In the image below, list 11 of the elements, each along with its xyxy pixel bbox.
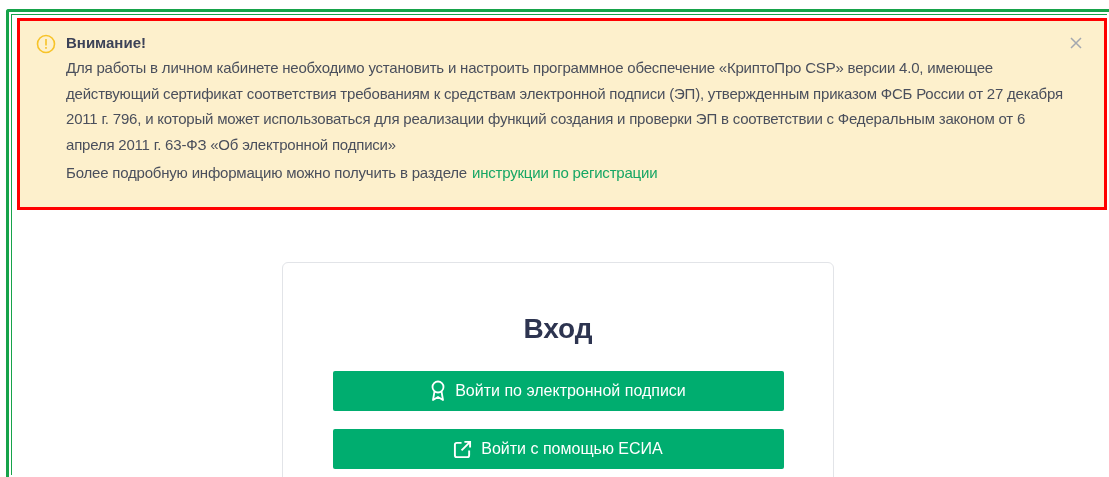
award-icon <box>430 380 447 402</box>
login-title: Вход <box>523 312 593 346</box>
close-icon[interactable] <box>1070 37 1082 49</box>
warning-icon <box>36 34 56 54</box>
alert-title: Внимание! <box>66 33 147 53</box>
registration-link[interactable]: инструкции по регистрации <box>472 160 658 185</box>
info-text: Более подробную информацию можно получить в разделе <box>66 163 467 183</box>
esia-login-button[interactable]: Войти с помощью ЕСИА <box>332 429 784 469</box>
alert-message: Для работы в личном кабинете необходимо установить и настроить программное обеспечение «КриптоПро CSP» версии 4.0, имеющее действующий сертификат соответствия требованиям к средствам электронной подписи (ЭП), утвержденным приказом ФСБ России от 27 декабря 2011 г. 796, и который может использоваться для реализации функций создания и проверки ЭП в соответствии с Федеральным законом от 6 апреля 2011 г. 63-ФЗ «Об электронной подписи» <box>66 58 1064 155</box>
signature-login-button[interactable]: Войти по электронной подписи <box>332 371 784 411</box>
external-link-icon <box>453 439 473 459</box>
